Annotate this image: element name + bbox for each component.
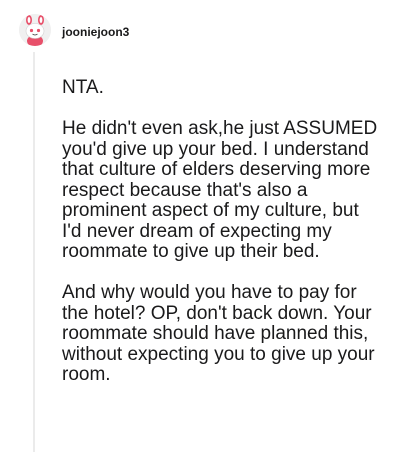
comment-paragraph-3: And why would you have to pay for the ho… xyxy=(62,282,375,385)
comment-paragraph-1: NTA. xyxy=(62,77,104,98)
comment-paragraph-2: He didn't even ask,he just ASSUMED you'd… xyxy=(62,118,378,262)
comment-author[interactable]: jooniejoon3 xyxy=(62,24,129,40)
snoo-avatar-icon xyxy=(19,14,51,46)
thread-line[interactable] xyxy=(33,52,35,452)
comment-body: NTA. He didn't even ask,he just ASSUMED … xyxy=(62,77,382,386)
user-avatar[interactable] xyxy=(19,14,51,46)
